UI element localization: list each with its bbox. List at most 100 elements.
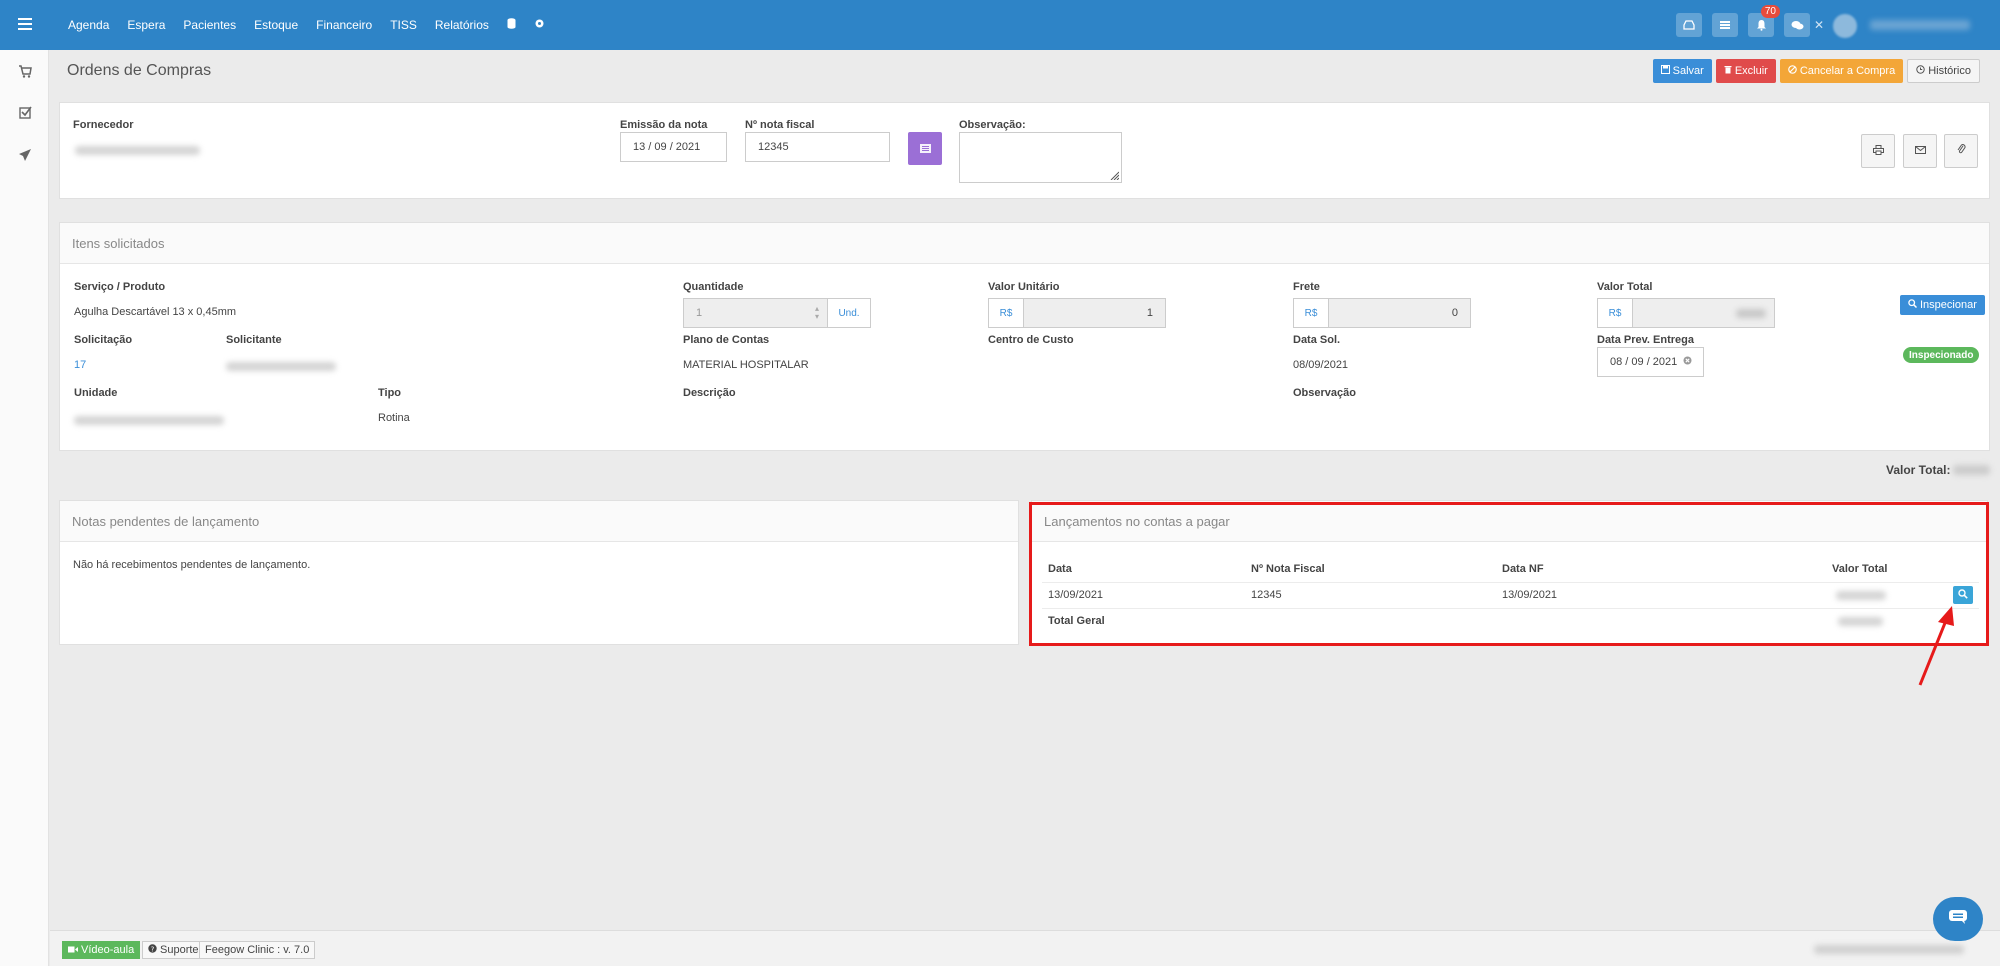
request-label: Solicitação	[74, 334, 133, 346]
top-navbar: Agenda Espera Pacientes Estoque Financei…	[0, 0, 2000, 50]
quantity-input[interactable]: 1 ▴ ▾	[683, 298, 828, 328]
unit-value-blurred	[74, 416, 224, 425]
col-actions	[1947, 556, 1979, 583]
question-icon: ?	[148, 944, 157, 956]
list-icon[interactable]	[1712, 13, 1738, 37]
spinner-icon[interactable]: ▴ ▾	[815, 305, 819, 321]
header-actions: Salvar Excluir Cancelar a Compra Históri…	[1652, 59, 1980, 83]
freight-label: Frete	[1293, 281, 1320, 293]
chat-icon[interactable]	[1784, 13, 1810, 37]
freight-input[interactable]: 0	[1328, 298, 1471, 328]
cancel-label: Cancelar a Compra	[1799, 65, 1896, 77]
cancel-purchase-button[interactable]: Cancelar a Compra	[1779, 59, 1904, 83]
bell-icon[interactable]: 70	[1748, 5, 1780, 37]
issue-date-input[interactable]: 13 / 09 / 2021	[620, 132, 727, 162]
delivery-date-input[interactable]: 08 / 09 / 2021	[1597, 347, 1704, 377]
inspect-button[interactable]: Inspecionar	[1900, 295, 1985, 315]
nav-item-estoque[interactable]: Estoque	[254, 18, 298, 32]
unit-price-currency: R$	[988, 298, 1024, 328]
delete-label: Excluir	[1734, 65, 1768, 77]
type-label: Tipo	[378, 387, 402, 399]
cart-icon[interactable]	[16, 65, 34, 81]
request-link[interactable]: 17	[74, 359, 86, 371]
payables-table: Data Nº Nota Fiscal Data NF Valor Total …	[1042, 556, 1979, 634]
nav-item-tiss[interactable]: TISS	[390, 18, 417, 32]
issue-date-label: Emissão da nota	[620, 119, 708, 131]
items-panel-title: Itens solicitados	[60, 223, 1989, 264]
history-button[interactable]: Histórico	[1907, 59, 1980, 83]
save-button[interactable]: Salvar	[1652, 59, 1712, 83]
total-general-blurred	[1838, 616, 1883, 626]
grand-total-blurred	[1953, 465, 1990, 475]
order-panel: Fornecedor Emissão da nota 13 / 09 / 202…	[59, 102, 1990, 199]
nav-item-pacientes[interactable]: Pacientes	[183, 18, 236, 32]
footer-bar: Vídeo-aula ? Suporte Feegow Clinic : v. …	[50, 930, 2000, 966]
main-nav: Agenda Espera Pacientes Estoque Financei…	[68, 0, 545, 50]
payables-panel-title: Lançamentos no contas a pagar	[1032, 501, 1987, 542]
items-panel: Itens solicitados Serviço / Produto Agul…	[59, 222, 1990, 451]
row-invoice: 12345	[1245, 582, 1496, 609]
inbox-icon[interactable]	[1676, 13, 1702, 37]
menu-toggle-icon[interactable]	[14, 14, 36, 34]
attach-button[interactable]	[1944, 134, 1978, 168]
delete-button[interactable]: Excluir	[1715, 59, 1776, 83]
avatar[interactable]	[1833, 14, 1857, 38]
table-row: 13/09/2021 12345 13/09/2021	[1042, 582, 1979, 609]
col-invoice-date: Data NF	[1496, 556, 1826, 583]
floppy-icon	[1660, 65, 1670, 77]
row-date: 13/09/2021	[1042, 582, 1245, 609]
barcode-button[interactable]	[908, 132, 942, 165]
gear-icon[interactable]	[534, 18, 545, 32]
history-label: Histórico	[1928, 65, 1971, 77]
cost-center-label: Centro de Custo	[988, 334, 1074, 346]
total-value-input[interactable]	[1632, 298, 1775, 328]
inspect-label: Inspecionar	[1920, 299, 1977, 311]
col-date: Data	[1042, 556, 1245, 583]
page-title: Ordens de Compras	[67, 62, 212, 79]
grand-total-label: Valor Total:	[1886, 463, 1951, 477]
email-button[interactable]	[1903, 134, 1937, 168]
quantity-value: 1	[696, 307, 703, 319]
request-date-label: Data Sol.	[1293, 334, 1341, 346]
version-label: Feegow Clinic : v. 7.0	[199, 941, 316, 959]
footer-info-blurred	[1814, 945, 1964, 954]
quantity-unit: Und.	[827, 298, 871, 328]
close-icon[interactable]: ✕	[1814, 18, 1824, 32]
nav-item-espera[interactable]: Espera	[127, 18, 165, 32]
table-header-row: Data Nº Nota Fiscal Data NF Valor Total	[1042, 556, 1979, 583]
history-icon	[1916, 65, 1925, 77]
unit-label: Unidade	[74, 387, 118, 399]
requester-value-blurred	[226, 362, 336, 371]
checkbox-icon[interactable]	[16, 106, 34, 122]
video-tutorial-button[interactable]: Vídeo-aula	[62, 941, 141, 959]
save-label: Salvar	[1672, 65, 1704, 77]
trash-icon	[1724, 65, 1732, 77]
send-icon[interactable]	[16, 148, 34, 164]
nav-item-financeiro[interactable]: Financeiro	[316, 18, 372, 32]
item-observation-label: Observação	[1293, 387, 1356, 399]
quantity-label: Quantidade	[683, 281, 744, 293]
observation-label: Observação:	[959, 119, 1026, 131]
supplier-label: Fornecedor	[73, 119, 134, 131]
invoice-number-label: Nº nota fiscal	[745, 119, 815, 131]
chat-widget-button[interactable]	[1933, 897, 1983, 941]
nav-item-relatorios[interactable]: Relatórios	[435, 18, 489, 32]
observation-textarea[interactable]	[959, 132, 1122, 183]
print-button[interactable]	[1861, 134, 1895, 168]
chat-bubble-icon	[1948, 909, 1968, 930]
unit-price-input[interactable]: 1	[1023, 298, 1166, 328]
ban-icon	[1788, 65, 1797, 77]
support-button[interactable]: ? Suporte	[142, 941, 205, 959]
user-name-blurred[interactable]	[1870, 20, 1970, 30]
nav-item-agenda[interactable]: Agenda	[68, 18, 109, 32]
top-icon-group: 70	[1676, 5, 1810, 37]
database-icon[interactable]	[507, 18, 516, 32]
pending-notes-panel: Notas pendentes de lançamento Não há rec…	[59, 500, 1019, 645]
supplier-value-blurred[interactable]	[75, 146, 200, 155]
description-label: Descrição	[683, 387, 736, 399]
clear-date-icon[interactable]	[1683, 356, 1692, 368]
invoice-number-input[interactable]: 12345	[745, 132, 890, 162]
total-currency: R$	[1597, 298, 1633, 328]
search-icon	[1908, 299, 1918, 311]
delivery-date-label: Data Prev. Entrega	[1597, 334, 1695, 346]
